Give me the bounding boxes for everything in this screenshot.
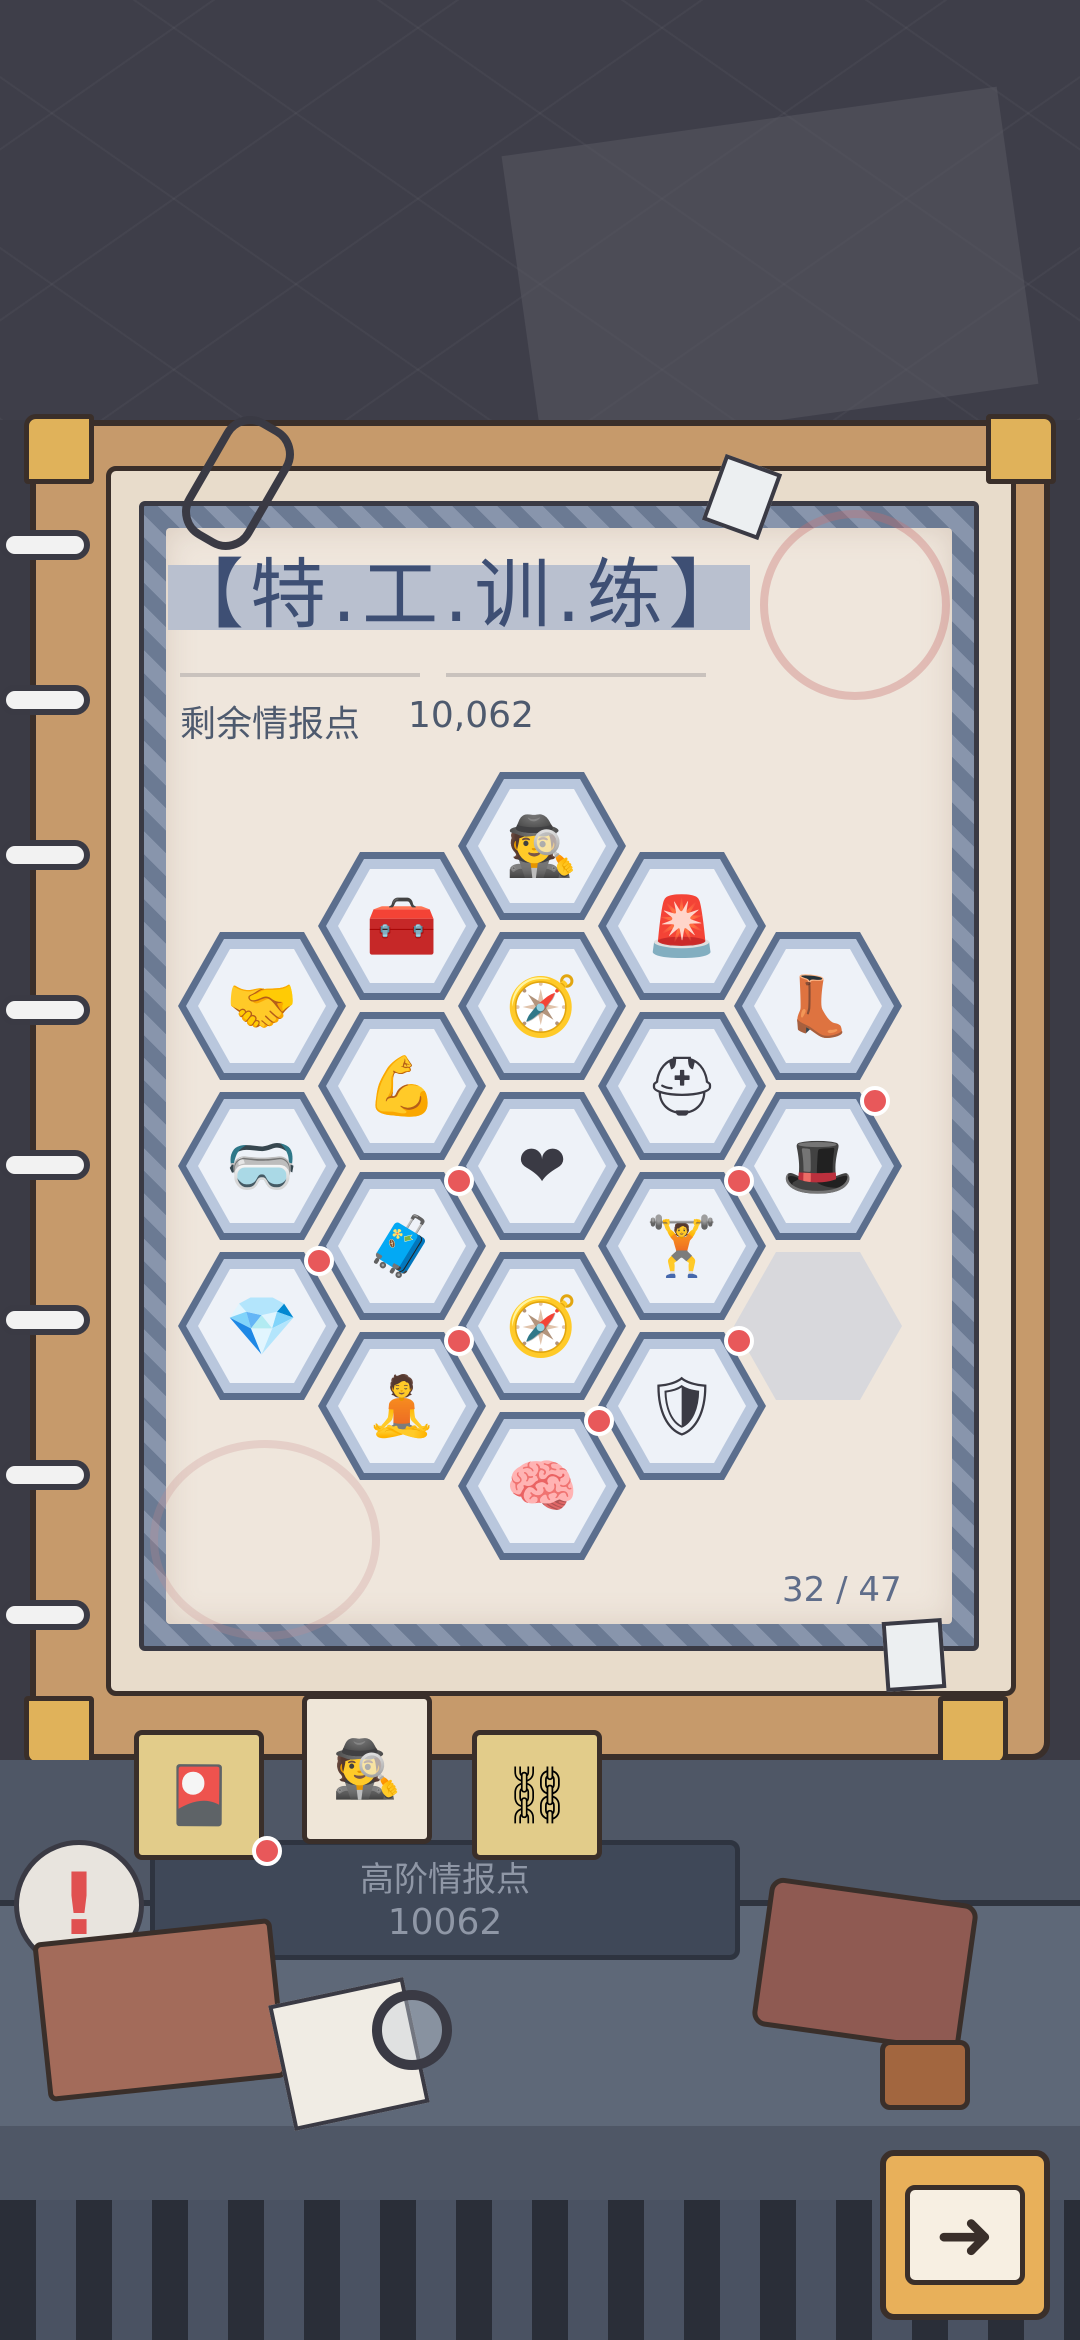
binder-ring: [0, 1460, 90, 1490]
wallet-decoration: [750, 1876, 980, 2054]
corner-bottom-left: [24, 1696, 94, 1766]
treasure-chest-icon: 🧳: [365, 1212, 439, 1280]
page-title: 【特.工.训.练】: [168, 545, 751, 645]
notification-dot: [444, 1166, 474, 1196]
boot-icon: 👢: [781, 972, 855, 1040]
notification-dot: [444, 1326, 474, 1356]
goggles-agent-icon: 🥽: [225, 1132, 299, 1200]
handshake-icon: 🤝: [225, 972, 299, 1040]
magnifying-glass-icon: [372, 1990, 452, 2070]
notification-dot: [584, 1406, 614, 1436]
stamp-mark: [150, 1440, 380, 1640]
notification-dot: [724, 1166, 754, 1196]
stamp-mark: [760, 510, 950, 700]
notification-dot: [304, 1246, 334, 1276]
crystal-hands-icon: 💎: [225, 1292, 299, 1360]
brain-jar-icon: 🧠: [505, 1452, 579, 1520]
tab-card-icon: 🎴: [164, 1763, 234, 1828]
binder-ring: [0, 840, 90, 870]
alarm-siren-icon: 🚨: [645, 892, 719, 960]
tab-agent-icon: 🕵: [332, 1737, 402, 1802]
disguise-agent-icon: 🕵: [505, 812, 579, 880]
next-button[interactable]: ➜: [880, 2150, 1050, 2320]
binder-ring: [0, 1600, 90, 1630]
toolbox-icon: 🧰: [365, 892, 439, 960]
binder-ring: [0, 1150, 90, 1180]
tab-agent[interactable]: 🕵: [302, 1694, 432, 1844]
title-underline: [180, 673, 420, 677]
skill-progress-counter: 32 / 47: [782, 1570, 902, 1610]
tab-chain[interactable]: ⛓: [472, 1730, 602, 1860]
notification-dot: [252, 1836, 282, 1866]
binder-ring: [0, 530, 90, 560]
binder-ring: [0, 1305, 90, 1335]
corner-bottom-right: [938, 1696, 1008, 1766]
arrow-right-icon: ➜: [905, 2185, 1025, 2285]
hat-agent-icon: 🎩: [781, 1132, 855, 1200]
tab-chain-icon: ⛓: [501, 1763, 573, 1828]
shield-arrow-icon: 🛡: [645, 1372, 719, 1440]
pipe-decoration: [880, 2040, 970, 2110]
dumbbell-icon: 🏋: [645, 1212, 719, 1280]
points-label: 剩余情报点: [180, 704, 361, 745]
heart-jar-icon: ❤: [517, 1132, 567, 1200]
binder-ring: [0, 995, 90, 1025]
points-value: 10,062: [408, 695, 534, 736]
compass-rose-icon: 🧭: [505, 1292, 579, 1360]
strongman-icon: 💪: [365, 1052, 439, 1120]
books-decoration: [32, 1917, 288, 2103]
corner-top-left: [24, 414, 94, 484]
notification-dot: [724, 1326, 754, 1356]
notification-dot: [860, 1086, 890, 1116]
tab-card[interactable]: 🎴: [134, 1730, 264, 1860]
meditating-monk-icon: 🧘: [365, 1372, 439, 1440]
helmet-agent-icon: ⛑: [645, 1052, 719, 1120]
binder-ring: [0, 685, 90, 715]
title-underline: [446, 673, 706, 677]
compass-icon: 🧭: [505, 972, 579, 1040]
tape-strip: [881, 1617, 947, 1693]
corner-top-right: [986, 414, 1056, 484]
